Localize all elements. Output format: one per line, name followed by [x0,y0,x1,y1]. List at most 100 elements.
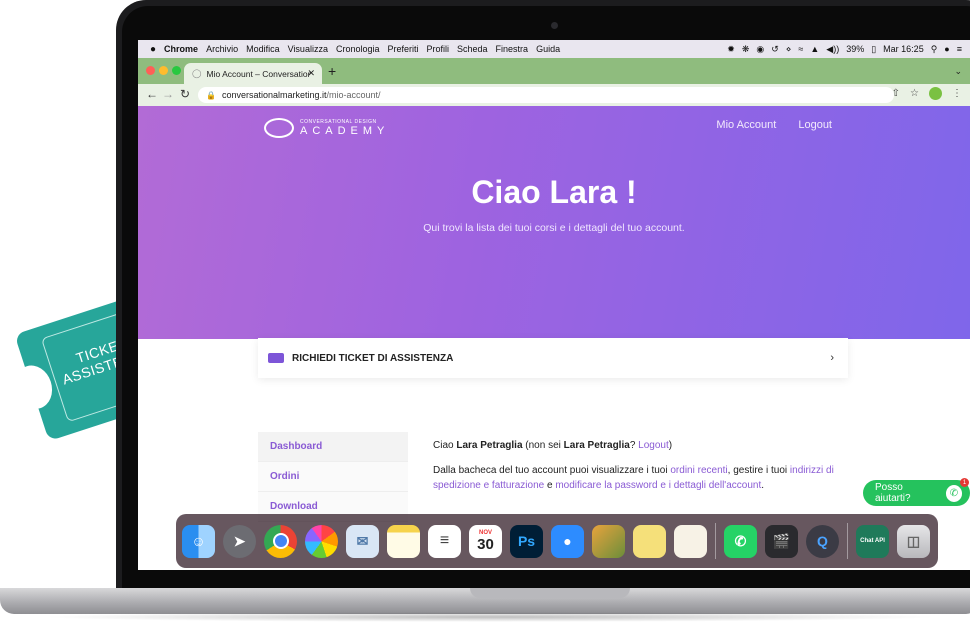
calendar-day: 30 [477,535,494,553]
menu-profili[interactable]: Profili [427,44,450,54]
menu-modifica[interactable]: Modifica [246,44,280,54]
bluetooth-icon[interactable]: ⋄ [786,44,792,55]
desc-c: e [544,480,556,491]
apple-icon[interactable]: ● [150,44,156,55]
control-center-icon[interactable]: ≡ [957,44,962,54]
address-bar[interactable]: 🔒 conversationalmarketing.it/mio-account… [198,87,894,103]
photos-icon[interactable] [305,524,338,558]
close-window-icon[interactable] [146,66,155,75]
whatsapp-app-icon[interactable]: ✆ [724,524,757,558]
profile-avatar-icon[interactable] [929,87,942,100]
tab-title: Mio Account – Conversational [206,68,311,79]
back-icon[interactable]: ← [146,87,158,101]
zoom-icon[interactable]: ● [551,524,584,558]
mac-menubar: ● Chrome Archivio Modifica Visualizza Cr… [138,40,970,58]
menu-archivio[interactable]: Archivio [206,44,238,54]
url-path: /mio-account/ [326,90,381,100]
close-paren: ) [668,440,673,451]
desc-b: , gestire i tuoi [727,465,790,476]
screen: ● Chrome Archivio Modifica Visualizza Cr… [138,40,970,570]
share-icon[interactable]: ⇧ [892,88,900,99]
minimize-window-icon[interactable] [159,66,168,75]
menu-scheda[interactable]: Scheda [457,44,488,54]
sidebar-item-dashboard[interactable]: Dashboard [258,432,408,462]
help-button-label: Posso aiutarti? [875,482,911,504]
calendar-icon[interactable]: NOV 30 [469,524,502,558]
gear-status-icon[interactable]: ✹ [727,44,735,55]
account-sidebar: Dashboard Ordini Download [258,432,408,522]
reminders-icon[interactable]: ≡ [428,524,461,558]
page-title: Ciao Lara ! [471,174,637,210]
menu-guida[interactable]: Guida [536,44,560,54]
speech-bubble-logo-icon [264,118,294,138]
greet-prefix: Ciao [433,440,457,451]
time-machine-icon[interactable]: ↺ [771,44,779,55]
request-ticket-bar[interactable]: RICHIEDI TICKET DI ASSISTENZA › [258,338,848,378]
new-tab-icon[interactable]: + [328,63,336,79]
siri-icon[interactable]: ● [944,44,949,54]
menu-kebab-icon[interactable]: ⋮ [952,88,962,99]
menu-chrome[interactable]: Chrome [164,44,198,54]
site-logo[interactable]: CONVERSATIONAL DESIGN ACADEMY [264,118,389,138]
recent-orders-link[interactable]: ordini recenti [670,465,727,476]
desc-d: . [761,480,765,491]
whatsapp-help-button[interactable]: Posso aiutarti? ✆ [863,480,970,506]
user-name: Lara Petraglia [456,440,523,451]
volume-icon[interactable]: ◀)) [826,44,839,55]
preview-icon[interactable] [674,524,707,558]
hero-banner: CONVERSATIONAL DESIGN ACADEMY Mio Accoun… [138,106,970,339]
sidebar-item-ordini[interactable]: Ordini [258,462,408,492]
trash-icon[interactable]: ◫ [897,524,930,558]
menu-finestra[interactable]: Finestra [496,44,529,54]
extension-status-icon[interactable]: ❋ [742,44,750,55]
quicktime-icon[interactable]: Q [806,524,839,558]
fullscreen-window-icon[interactable] [172,66,181,75]
clock[interactable]: Mar 16:25 [883,44,924,54]
chrome-icon[interactable] [264,524,297,558]
finder-icon[interactable]: ☺ [182,524,215,558]
laptop-shadow [40,612,940,622]
wifi-icon[interactable]: ≈ [798,44,803,54]
camera-icon [551,22,558,29]
not-suffix: ? [629,440,639,451]
chrome-tab-bar: ◯ Mio Account – Conversational ✕ + ⌄ [138,58,970,84]
dashboard-content: Ciao Lara Petraglia (non sei Lara Petrag… [433,438,853,493]
ticket-icon [268,353,284,363]
stickies-icon[interactable] [633,524,666,558]
launchpad-icon[interactable]: ➤ [223,524,256,558]
logout-link[interactable]: Logout [638,440,669,451]
eject-icon[interactable]: ▲ [810,44,819,54]
battery-icon[interactable]: ▯ [871,44,876,55]
menu-visualizza[interactable]: Visualizza [288,44,328,54]
notes-icon[interactable] [387,524,420,558]
nav-logout[interactable]: Logout [798,119,832,131]
forward-icon[interactable]: → [162,87,174,101]
not-prefix: (non sei [522,440,564,451]
favicon-icon: ◯ [192,68,202,78]
top-nav: Mio Account Logout [716,119,832,131]
mail-icon[interactable]: ✉ [346,524,379,558]
bookmark-star-icon[interactable]: ☆ [910,88,919,99]
spotlight-icon[interactable]: ⚲ [931,44,938,55]
user-name-repeat: Lara Petraglia [563,440,630,451]
menu-preferiti[interactable]: Preferiti [387,44,418,54]
chevron-right-icon: › [830,352,834,364]
url-host: conversationalmarketing.it [221,90,327,100]
creative-cloud-icon[interactable]: ◉ [756,44,764,55]
page-subtitle: Qui trovi la lista dei tuoi corsi e i de… [423,222,685,234]
battery-percent[interactable]: 39% [846,44,864,54]
menu-cronologia[interactable]: Cronologia [336,44,380,54]
request-ticket-label: RICHIEDI TICKET DI ASSISTENZA [292,352,454,364]
tab-search-chevron-icon[interactable]: ⌄ [954,66,962,77]
numbers-icon[interactable] [592,524,625,558]
nav-mio-account[interactable]: Mio Account [716,119,776,131]
tab-mio-account[interactable]: ◯ Mio Account – Conversational ✕ [184,63,322,84]
final-cut-icon[interactable]: 🎬 [765,524,798,558]
lock-icon[interactable]: 🔒 [206,91,216,100]
reload-icon[interactable]: ↻ [180,87,190,101]
close-tab-icon[interactable]: ✕ [307,68,315,79]
photoshop-icon[interactable]: Ps [510,524,543,558]
account-details-link[interactable]: modificare la password e i dettagli dell… [555,480,761,491]
laptop-notch [470,588,630,598]
chat-api-icon[interactable]: Chat API [856,524,889,558]
